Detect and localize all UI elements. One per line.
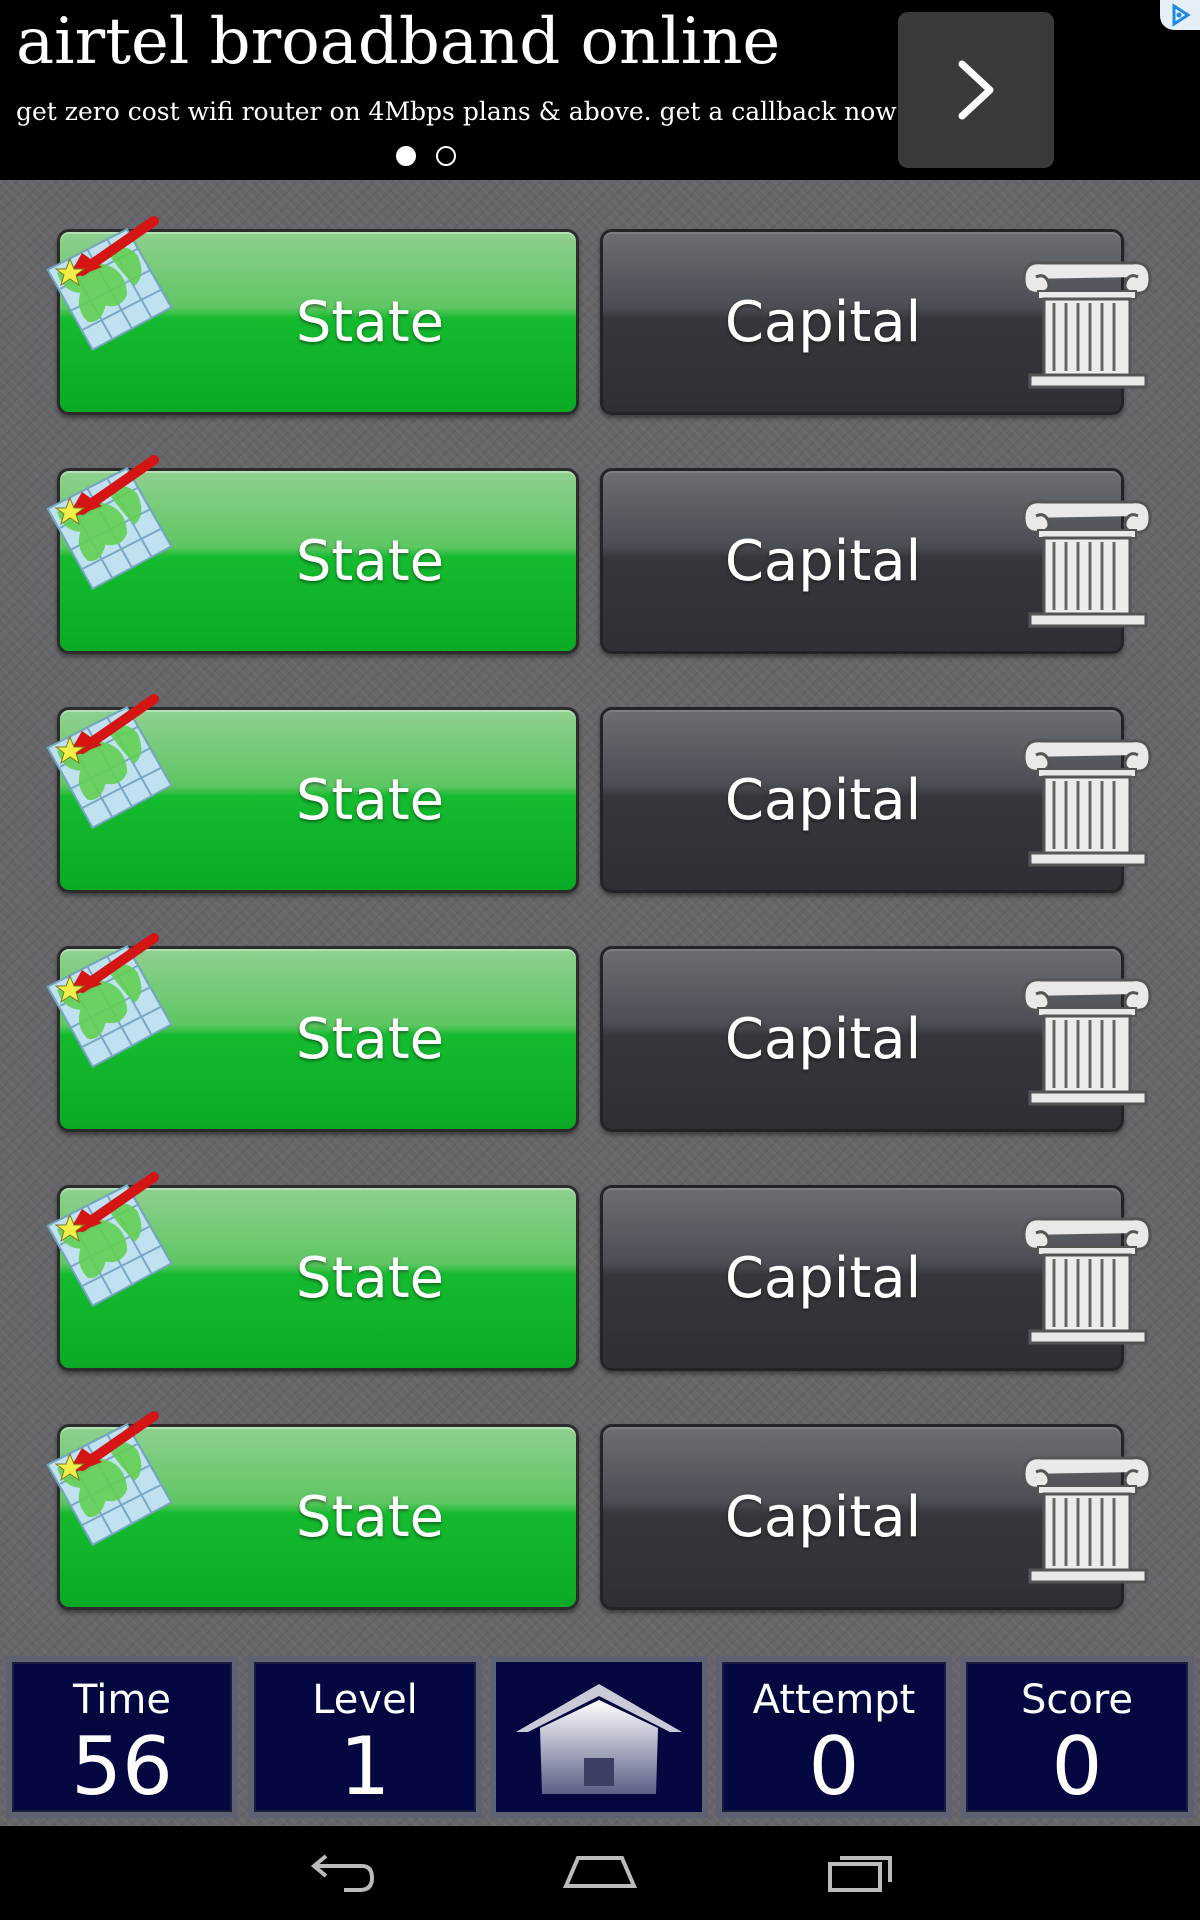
adchoices-icon[interactable] bbox=[1160, 0, 1200, 30]
home-button[interactable] bbox=[490, 1656, 708, 1818]
state-button-label: State bbox=[295, 1484, 445, 1550]
ad-title[interactable]: airtel broadband online bbox=[16, 2, 780, 82]
attempt-label: Attempt bbox=[752, 1677, 916, 1723]
level-value: 1 bbox=[339, 1720, 391, 1813]
map-pin-icon bbox=[36, 1163, 188, 1315]
ad-page-dot bbox=[436, 146, 456, 166]
ad-page-indicator bbox=[396, 146, 460, 168]
home-icon bbox=[516, 1684, 682, 1794]
back-icon[interactable] bbox=[300, 1846, 380, 1898]
state-button-label: State bbox=[295, 1245, 445, 1311]
column-icon bbox=[1018, 1450, 1156, 1590]
capital-button-label: Capital bbox=[724, 1484, 922, 1550]
state-button-label: State bbox=[295, 767, 445, 833]
ad-subtitle[interactable]: get zero cost wifi router on 4Mbps plans… bbox=[16, 92, 907, 132]
map-pin-icon bbox=[36, 1402, 188, 1554]
column-icon bbox=[1018, 733, 1156, 873]
map-pin-icon bbox=[36, 685, 188, 837]
capital-button-label: Capital bbox=[724, 289, 922, 355]
capital-button-label: Capital bbox=[724, 528, 922, 594]
map-pin-icon bbox=[36, 207, 188, 359]
column-icon bbox=[1018, 494, 1156, 634]
attempt-value: 0 bbox=[808, 1720, 860, 1813]
time-value: 56 bbox=[71, 1720, 173, 1813]
time-label: Time bbox=[73, 1677, 171, 1723]
ad-next-button[interactable] bbox=[898, 12, 1054, 168]
recents-icon[interactable] bbox=[820, 1846, 900, 1898]
column-icon bbox=[1018, 255, 1156, 395]
chevron-right-icon bbox=[958, 60, 994, 120]
score-label: Score bbox=[1020, 1677, 1134, 1723]
map-pin-icon bbox=[36, 446, 188, 598]
column-icon bbox=[1018, 972, 1156, 1112]
ad-banner[interactable]: airtel broadband online get zero cost wi… bbox=[0, 0, 1200, 180]
system-navigation-bar bbox=[0, 1826, 1200, 1920]
home-outline-icon[interactable] bbox=[560, 1846, 640, 1898]
state-button-label: State bbox=[295, 1006, 445, 1072]
state-button-label: State bbox=[295, 289, 445, 355]
ad-page-dot-active bbox=[396, 146, 416, 166]
column-icon bbox=[1018, 1211, 1156, 1351]
capital-button-label: Capital bbox=[724, 1006, 922, 1072]
attempt-panel: Attempt 0 bbox=[716, 1656, 952, 1818]
level-panel: Level 1 bbox=[248, 1656, 482, 1818]
score-panel: Score 0 bbox=[960, 1656, 1194, 1818]
time-panel: Time 56 bbox=[6, 1656, 238, 1818]
level-label: Level bbox=[312, 1677, 418, 1723]
capital-button-label: Capital bbox=[724, 767, 922, 833]
map-pin-icon bbox=[36, 924, 188, 1076]
score-value: 0 bbox=[1051, 1720, 1103, 1813]
capital-button-label: Capital bbox=[724, 1245, 922, 1311]
state-button-label: State bbox=[295, 528, 445, 594]
